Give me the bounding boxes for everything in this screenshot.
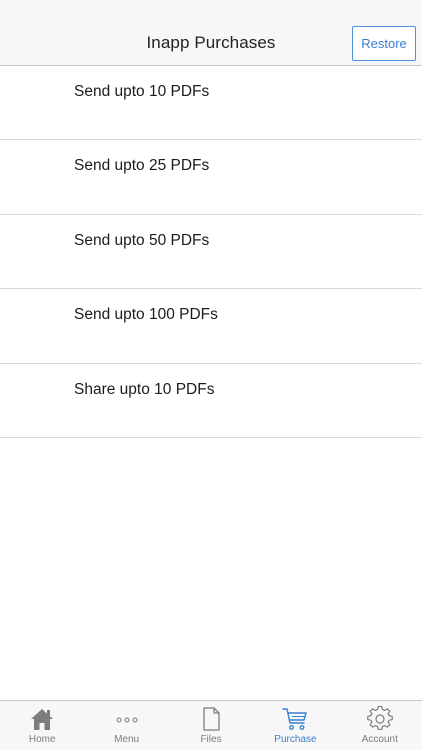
tab-account[interactable]: Account [338, 701, 422, 750]
tab-label: Home [28, 734, 56, 745]
tab-purchase[interactable]: Purchase [253, 701, 337, 750]
tab-menu[interactable]: Menu [84, 701, 168, 750]
purchase-list: Send upto 10 PDFs Send upto 25 PDFs Send… [0, 66, 422, 438]
tab-home[interactable]: Home [0, 701, 84, 750]
tab-label: Purchase [274, 734, 317, 745]
purchase-item-label: Share upto 10 PDFs [74, 380, 215, 398]
more-dots-icon [113, 706, 141, 732]
tab-label: Menu [114, 734, 140, 745]
list-item-purchase[interactable]: Send upto 50 PDFs [0, 214, 422, 290]
file-icon [197, 706, 225, 732]
tab-files[interactable]: Files [169, 701, 253, 750]
restore-button[interactable]: Restore [352, 26, 416, 61]
cart-icon [281, 706, 309, 732]
inapp-purchases-screen: Inapp Purchases Restore Send upto 10 PDF… [0, 0, 422, 750]
tab-bar: Home Menu Files Purchase Account [0, 700, 422, 750]
navigation-bar: Inapp Purchases Restore [0, 0, 422, 66]
purchase-item-label: Send upto 50 PDFs [74, 231, 210, 249]
tab-label: Files [200, 734, 222, 745]
list-item-purchase[interactable]: Send upto 10 PDFs [0, 66, 422, 141]
purchase-item-label: Send upto 25 PDFs [74, 157, 210, 175]
gear-icon [366, 706, 394, 732]
purchase-item-label: Send upto 10 PDFs [74, 83, 210, 100]
purchase-item-label: Send upto 100 PDFs [74, 306, 218, 324]
list-item-purchase[interactable]: Send upto 100 PDFs [0, 289, 422, 364]
tab-label: Account [361, 734, 398, 745]
home-icon [28, 706, 56, 732]
list-item-purchase[interactable]: Send upto 25 PDFs [0, 140, 422, 215]
list-item-purchase[interactable]: Share upto 10 PDFs [0, 363, 422, 438]
